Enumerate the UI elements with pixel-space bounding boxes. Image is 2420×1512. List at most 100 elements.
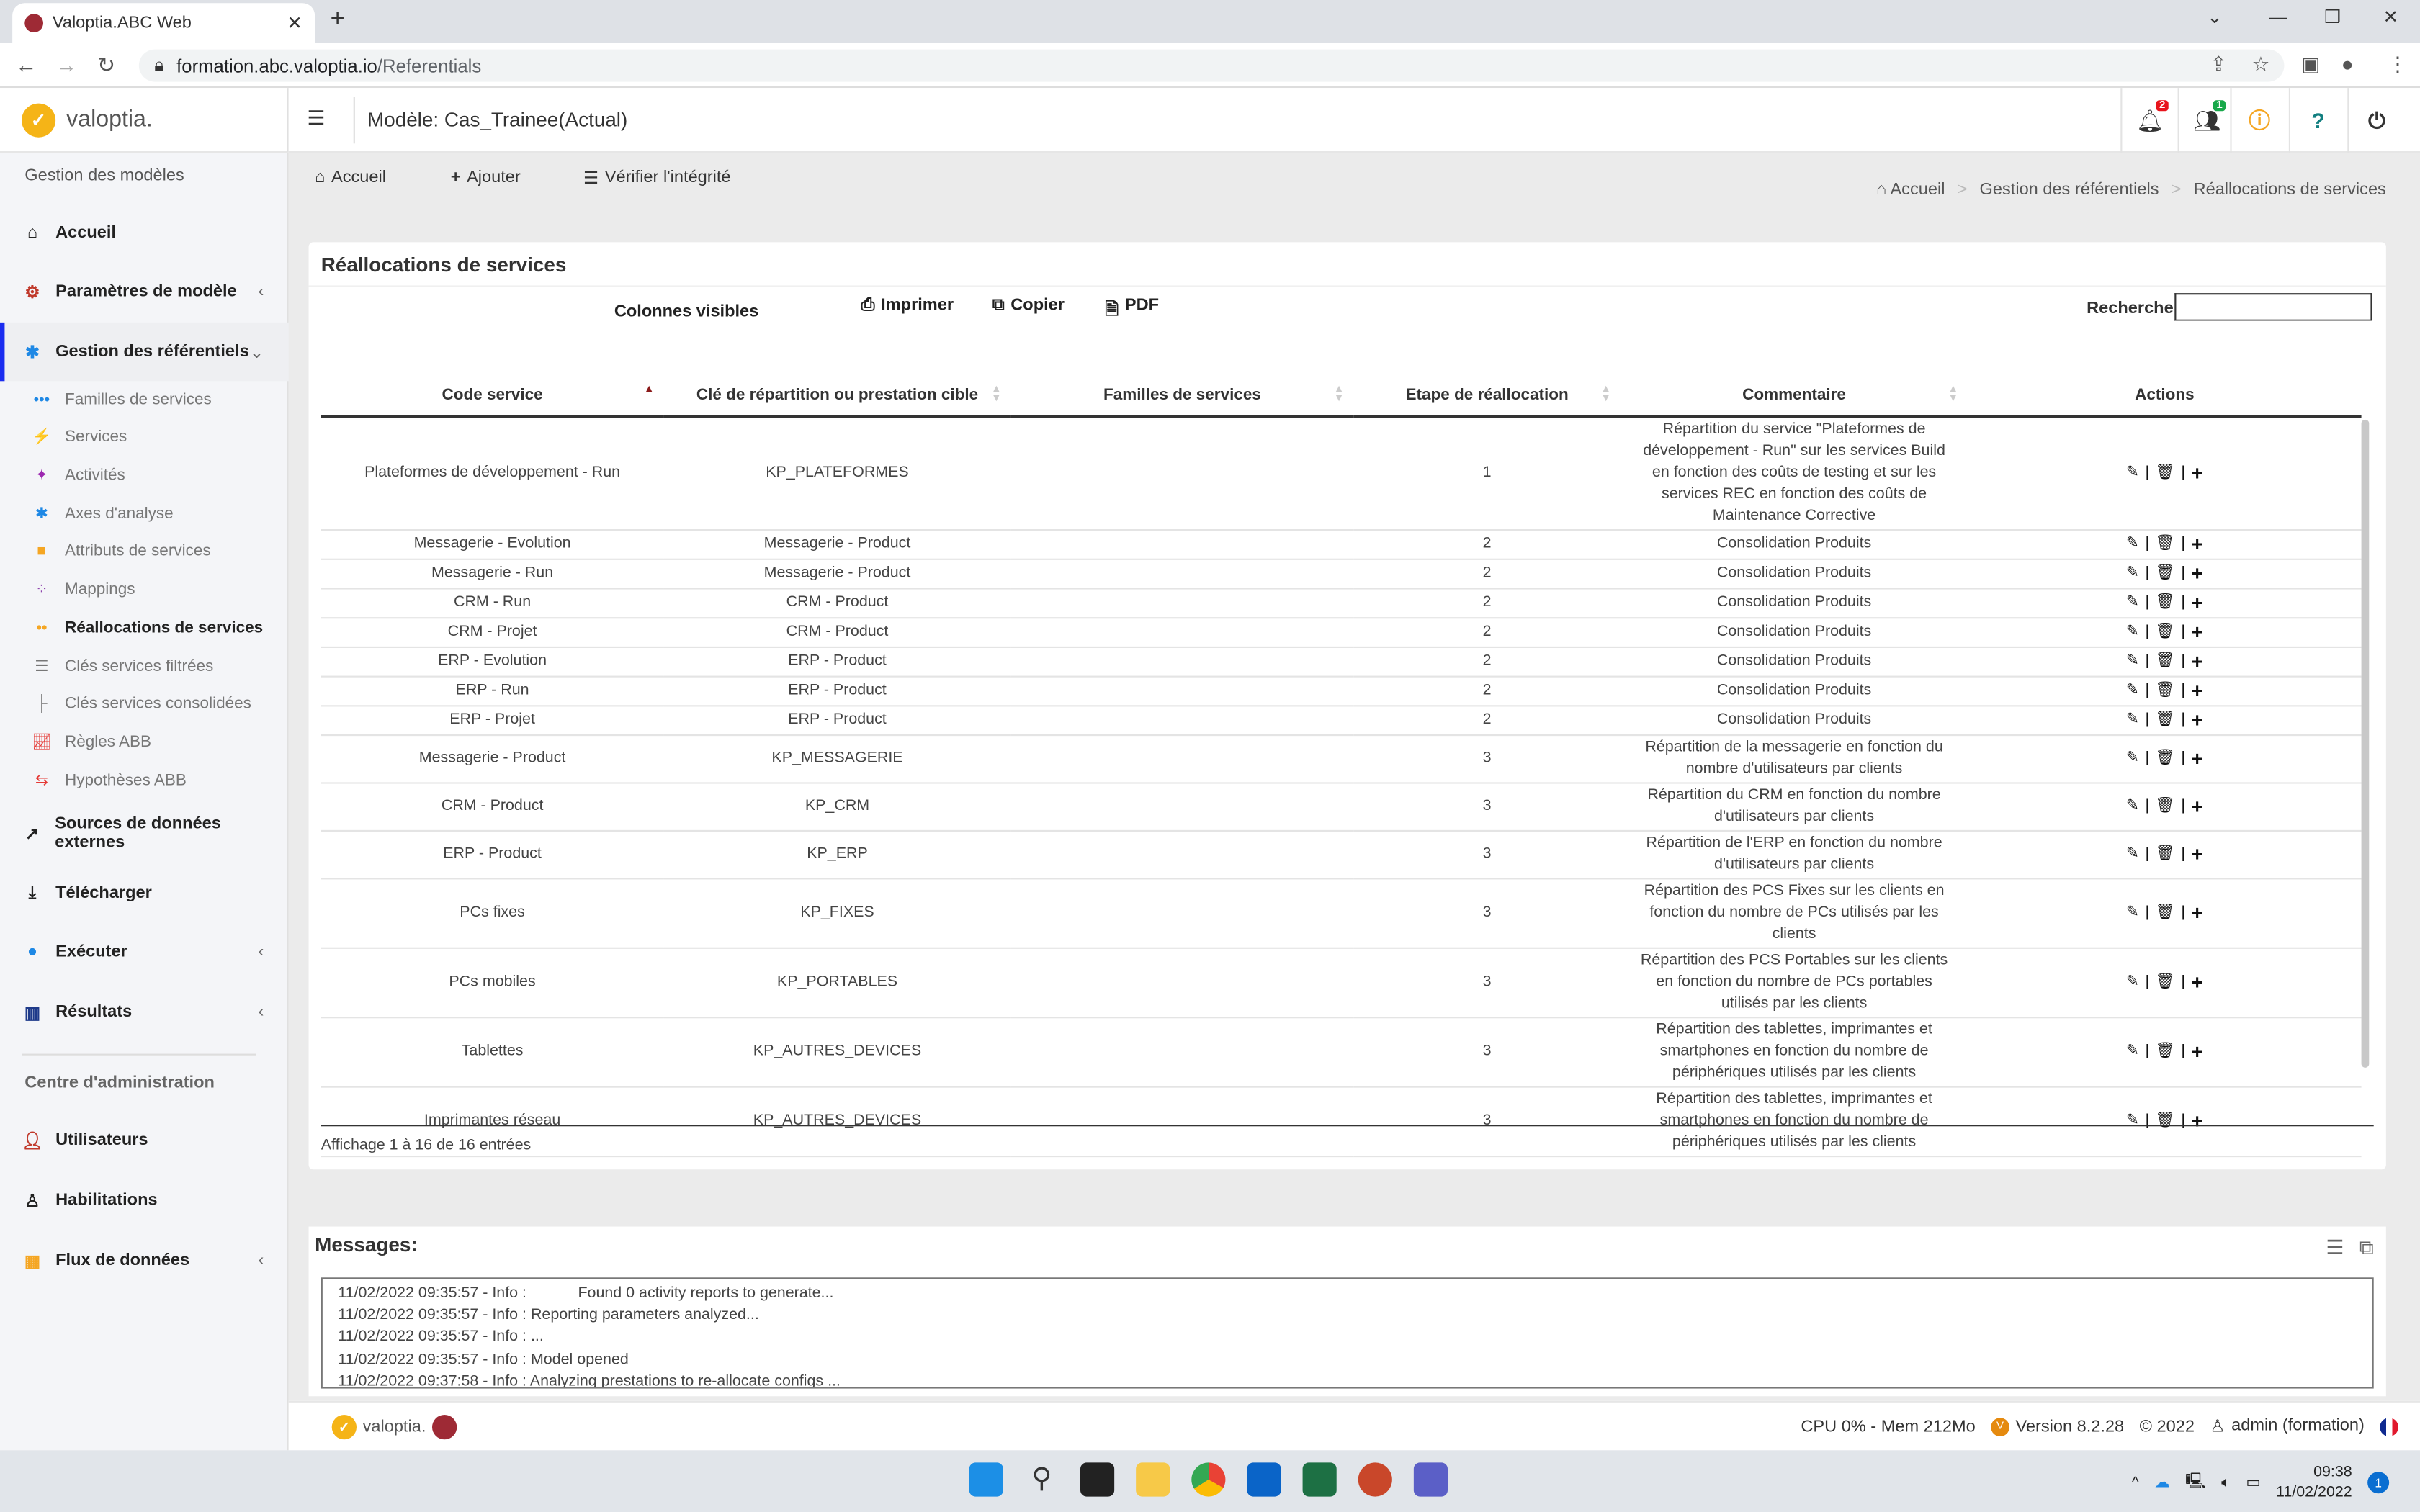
edit-icon[interactable]: ✎ xyxy=(2126,1041,2139,1063)
add-icon[interactable]: + xyxy=(2192,621,2203,644)
sidebar-item-referentiels[interactable]: ✱ Gestion des référentiels ⌄ xyxy=(0,322,289,382)
edit-icon[interactable]: ✎ xyxy=(2126,563,2139,585)
sidebar-item-telecharger[interactable]: ⤓ Télécharger xyxy=(0,881,289,906)
edit-icon[interactable]: ✎ xyxy=(2126,680,2139,702)
edit-icon[interactable]: ✎ xyxy=(2126,844,2139,865)
edit-icon[interactable]: ✎ xyxy=(2126,593,2139,614)
delete-icon[interactable]: 🗑︎ xyxy=(2156,593,2175,614)
help-icon[interactable]: ? xyxy=(2288,88,2346,153)
app-logo[interactable]: ✓ valoptia. xyxy=(0,88,289,153)
battery-icon[interactable]: ▭ xyxy=(2246,1474,2260,1491)
delete-icon[interactable]: 🗑︎ xyxy=(2156,972,2175,994)
delete-icon[interactable]: 🗑︎ xyxy=(2156,651,2175,672)
sidebar-sub-reallocations[interactable]: •• Réallocations de services xyxy=(31,618,263,637)
menu-icon[interactable]: ⋮ xyxy=(2388,53,2408,77)
breadcrumb-referentiels[interactable]: Gestion des référentiels xyxy=(1980,181,2159,199)
reload-icon[interactable]: ↻ xyxy=(97,53,115,78)
excel-icon[interactable] xyxy=(1302,1462,1337,1497)
sidebar-sub-cles-consolidees[interactable]: ├ Clés services consolidées xyxy=(31,694,251,713)
back-icon[interactable]: ← xyxy=(15,53,37,77)
windows-start-icon[interactable] xyxy=(969,1462,1003,1497)
clock[interactable]: 09:38 11/02/2022 xyxy=(2276,1462,2352,1503)
add-icon[interactable]: + xyxy=(2192,1110,2203,1133)
delete-icon[interactable]: 🗑︎ xyxy=(2156,622,2175,644)
add-icon[interactable]: + xyxy=(2192,971,2203,994)
onedrive-icon[interactable]: ☁ xyxy=(2154,1474,2169,1491)
print-button[interactable]: ⎙ Imprimer xyxy=(861,296,954,316)
sidebar-item-sources[interactable]: ↗ Sources de données externes xyxy=(0,814,289,851)
sidebar-item-utilisateurs[interactable]: 👤︎ Utilisateurs xyxy=(0,1128,289,1152)
close-tab-icon[interactable]: ✕ xyxy=(287,12,302,34)
delete-icon[interactable]: 🗑︎ xyxy=(2156,463,2175,485)
breadcrumb-home[interactable]: ⌂ Accueil xyxy=(1876,181,1945,199)
delete-icon[interactable]: 🗑︎ xyxy=(2156,844,2175,865)
minimize-button[interactable]: — xyxy=(2269,6,2287,28)
table-row[interactable]: ERP - Run ERP - Product 2 Consolidation Pro… xyxy=(321,676,2362,707)
add-icon[interactable]: + xyxy=(2192,747,2203,770)
share-icon[interactable]: ⇪ xyxy=(2210,53,2227,77)
sidebar-sub-activites[interactable]: ✦ Activités xyxy=(31,466,125,485)
users-button[interactable]: 👥︎ 1 xyxy=(2177,88,2235,153)
table-row[interactable]: Tablettes KP_AUTRES_DEVICES 3 Répartition d… xyxy=(321,1017,2362,1088)
search-icon[interactable]: ⚲ xyxy=(1025,1462,1059,1496)
copy-button[interactable]: ⧉ Copier xyxy=(992,296,1065,316)
outlook-icon[interactable] xyxy=(1247,1462,1281,1497)
delete-icon[interactable]: 🗑︎ xyxy=(2156,903,2175,924)
browser-tab[interactable]: Valoptia.ABC Web ✕ xyxy=(12,3,315,44)
sidebar-sub-services[interactable]: ⚡ Services xyxy=(31,428,127,446)
add-icon[interactable]: + xyxy=(2192,680,2203,702)
edit-icon[interactable]: ✎ xyxy=(2126,534,2139,555)
sidebar-item-flux[interactable]: ▦ Flux de données ‹ xyxy=(0,1248,289,1273)
toolbar-home-button[interactable]: ⌂ Accueil xyxy=(315,168,386,187)
sidebar-sub-mappings[interactable]: ⁘ Mappings xyxy=(31,580,135,599)
column-header[interactable]: Etape de réallocation ▲ ▼ xyxy=(1353,373,1621,418)
delete-icon[interactable]: 🗑︎ xyxy=(2156,1111,2175,1133)
delete-icon[interactable]: 🗑︎ xyxy=(2156,710,2175,732)
sidebar-item-resultats[interactable]: ▥ Résultats ‹ xyxy=(0,1000,289,1025)
side-panel-icon[interactable]: ▣ xyxy=(2301,53,2320,77)
edit-icon[interactable]: ✎ xyxy=(2126,903,2139,924)
sidebar-sub-regles[interactable]: 📈︎ Règles ABB xyxy=(31,733,151,752)
volume-icon[interactable]: 🔈︎ xyxy=(2221,1474,2231,1491)
edit-icon[interactable]: ✎ xyxy=(2126,972,2139,994)
french-flag-icon[interactable] xyxy=(2380,1417,2398,1436)
table-scrollbar[interactable] xyxy=(2361,419,2370,1068)
teams-icon[interactable] xyxy=(1413,1462,1448,1497)
add-icon[interactable]: + xyxy=(2192,796,2203,818)
sidebar-item-parametres[interactable]: ⚙ Paramètres de modèle ‹ xyxy=(0,279,289,304)
info-icon[interactable]: ⓘ xyxy=(2230,88,2287,153)
powerpoint-icon[interactable] xyxy=(1358,1462,1392,1497)
table-row[interactable]: Messagerie - Evolution Messagerie - Produ… xyxy=(321,530,2362,560)
network-icon[interactable]: 🖳︎ xyxy=(2185,1470,2206,1495)
delete-icon[interactable]: 🗑︎ xyxy=(2156,680,2175,702)
table-row[interactable]: PCs mobiles KP_PORTABLES 3 Répartition des … xyxy=(321,948,2362,1019)
sidebar-sub-attributs[interactable]: ■ Attributs de services xyxy=(31,541,210,560)
pdf-button[interactable]: 🗎︎ PDF xyxy=(1105,296,1159,325)
table-row[interactable]: CRM - Product KP_CRM 3 Répartition du CRM e… xyxy=(321,783,2362,832)
power-icon[interactable]: ⏻ xyxy=(2347,88,2404,153)
tray-chevron-icon[interactable]: ^ xyxy=(2132,1474,2139,1491)
sidebar-sub-axes[interactable]: ✱ Axes d'analyse xyxy=(31,505,174,523)
sidebar-sub-cles-filtrees[interactable]: ☰ Clés services filtrées xyxy=(31,657,213,676)
restore-button[interactable]: ❐ xyxy=(2324,6,2341,28)
delete-icon[interactable]: 🗑︎ xyxy=(2156,534,2175,555)
messages-log[interactable]: 11/02/2022 09:35:57 - Info : Found 0 act… xyxy=(321,1277,2374,1389)
file-explorer-icon[interactable] xyxy=(1136,1462,1170,1497)
table-row[interactable]: ERP - Projet ERP - Product 2 Consolidation … xyxy=(321,706,2362,737)
column-header[interactable]: Commentaire ▲ ▼ xyxy=(1621,373,1968,418)
add-icon[interactable]: + xyxy=(2192,650,2203,672)
notifications-button[interactable]: 🔔︎ 2 xyxy=(2120,88,2177,153)
add-icon[interactable]: + xyxy=(2192,902,2203,924)
toolbar-check-button[interactable]: ☰ Vérifier l'intégrité xyxy=(583,168,731,189)
table-row[interactable]: Messagerie - Product KP_MESSAGERIE 3 Répart… xyxy=(321,735,2362,784)
column-header[interactable]: Clé de répartition ou prestation cible ▲ ▼ xyxy=(663,373,1011,418)
column-header[interactable]: Familles de services ▲ ▼ xyxy=(1010,373,1354,418)
edit-icon[interactable]: ✎ xyxy=(2126,622,2139,644)
delete-icon[interactable]: 🗑︎ xyxy=(2156,748,2175,770)
sidebar-item-habilitations[interactable]: ♙ Habilitations xyxy=(0,1188,289,1212)
edit-icon[interactable]: ✎ xyxy=(2126,748,2139,770)
hamburger-menu-icon[interactable]: ☰ xyxy=(307,107,325,131)
visible-columns-button[interactable]: Colonnes visibles xyxy=(614,302,758,321)
url-field[interactable]: 🔒︎ formation.abc.valoptia.io/Referential… xyxy=(138,49,2285,82)
sidebar-sub-hypotheses[interactable]: ⇆ Hypothèses ABB xyxy=(31,771,187,790)
